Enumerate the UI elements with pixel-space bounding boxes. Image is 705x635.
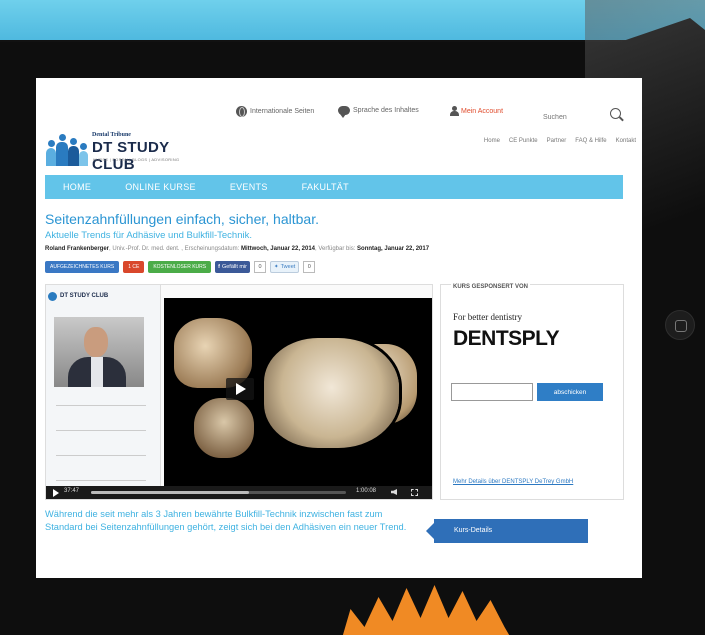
twitter-bird-icon: ✦: [274, 264, 279, 270]
main-nav: HOME ONLINE KURSE EVENTS FAKULTÄT: [45, 175, 623, 199]
logo-tagline: KURSE | FOREN | BLOGS | ADVISORING: [93, 157, 180, 162]
video-frame[interactable]: [164, 298, 432, 486]
course-title: Seitenzahnfüllungen einfach, sicher, hal…: [45, 211, 319, 227]
main-nav-faculty[interactable]: FAKULTÄT: [302, 182, 349, 192]
author-name[interactable]: Roland Frankenberger: [45, 246, 109, 252]
video-controls: 37:47 1:00:08: [46, 486, 432, 499]
author-line: Roland Frankenberger, Univ.-Prof. Dr. me…: [45, 246, 429, 252]
course-intro-text: Während die seit mehr als 3 Jahren bewäh…: [45, 509, 407, 532]
volume-icon[interactable]: [391, 489, 397, 495]
sponsor-heading: KURS GESPONSERT VON: [451, 284, 531, 290]
nav-home[interactable]: Home: [484, 138, 500, 144]
course-subtitle: Aktuelle Trends für Adhäsive und Bulkfil…: [45, 230, 252, 241]
tooth-image: [264, 338, 399, 448]
publish-date: Mittwoch, Januar 22, 2014: [240, 246, 315, 252]
logo-tribune: Dental Tribune: [92, 132, 131, 138]
course-video-player: DT STUDY CLUB 37:47 1:00:08: [45, 284, 433, 500]
facebook-like-button[interactable]: f Gefällt mir: [215, 261, 251, 273]
sponsor-tagline: For better dentistry: [453, 312, 522, 322]
content-language-link[interactable]: Sprache des Inhaltes: [338, 106, 419, 118]
search-input[interactable]: [543, 109, 598, 125]
control-play-icon[interactable]: [53, 489, 59, 497]
available-label: , Verfügbar bis:: [315, 246, 358, 252]
sponsor-email-input[interactable]: [451, 383, 533, 401]
logo-figures-icon: [46, 130, 90, 166]
tooth-image: [194, 398, 254, 458]
speech-bubble-icon: [338, 106, 350, 118]
sponsor-details-link[interactable]: Mehr Details über DENTSPLY DeTrey GmbH: [453, 479, 573, 485]
secondary-nav: Home CE Punkte Partner FAQ & Hilfe Konta…: [484, 138, 636, 144]
nav-faq[interactable]: FAQ & Hilfe: [575, 138, 606, 144]
author-title: , Univ.-Prof. Dr. med. dent. , Erscheinu…: [109, 246, 241, 252]
available-date: Sonntag, Januar 22, 2017: [357, 246, 430, 252]
nav-contact[interactable]: Kontakt: [616, 138, 636, 144]
recorded-course-badge: AUFGEZEICHNETES KURS: [45, 261, 120, 273]
play-icon[interactable]: [226, 378, 254, 400]
fullscreen-icon[interactable]: [411, 489, 418, 496]
international-sites-link[interactable]: Internationale Seiten: [236, 106, 314, 117]
main-nav-online-courses[interactable]: ONLINE KURSE: [125, 182, 196, 192]
player-mini-logo: DT STUDY CLUB: [47, 292, 109, 301]
facebook-like-count: 0: [254, 261, 267, 273]
globe-icon: [236, 106, 247, 117]
tablet-screen: Internationale Seiten Sprache des Inhalt…: [36, 78, 642, 578]
ce-badge: 1 CE: [123, 261, 145, 273]
duration-time: 1:00:08: [356, 488, 377, 494]
sponsor-panel: KURS GESPONSERT VON For better dentistry…: [440, 284, 624, 500]
tweet-count: 0: [303, 261, 316, 273]
elapsed-time: 37:47: [64, 488, 80, 494]
user-icon: [450, 106, 459, 117]
main-nav-events[interactable]: EVENTS: [230, 182, 268, 192]
submit-button[interactable]: abschicken: [537, 383, 603, 401]
nav-partner[interactable]: Partner: [547, 138, 567, 144]
my-account-link[interactable]: Mein Account: [450, 106, 503, 117]
dt-study-club-logo[interactable]: Dental Tribune DT STUDY CLUB KURSE | FOR…: [46, 130, 206, 173]
free-course-badge: KOSTENLOSER KURS: [148, 261, 212, 273]
tablet-home-button[interactable]: [665, 310, 695, 340]
tweet-button[interactable]: ✦ Tweet: [270, 261, 300, 273]
search-icon[interactable]: [610, 108, 621, 119]
sponsor-logo: DENTSPLY: [453, 327, 560, 350]
course-details-tab[interactable]: Kurs-Details: [426, 519, 588, 543]
presenter-panel: DT STUDY CLUB: [46, 285, 161, 499]
main-nav-home[interactable]: HOME: [63, 182, 91, 192]
logo-title: DT STUDY CLUB: [92, 139, 170, 173]
nav-ce-points[interactable]: CE Punkte: [509, 138, 538, 144]
facebook-icon: f: [218, 264, 220, 270]
progress-bar[interactable]: [91, 491, 346, 494]
presenter-video: [54, 317, 144, 387]
course-badges: AUFGEZEICHNETES KURS 1 CE KOSTENLOSER KU…: [45, 260, 316, 274]
